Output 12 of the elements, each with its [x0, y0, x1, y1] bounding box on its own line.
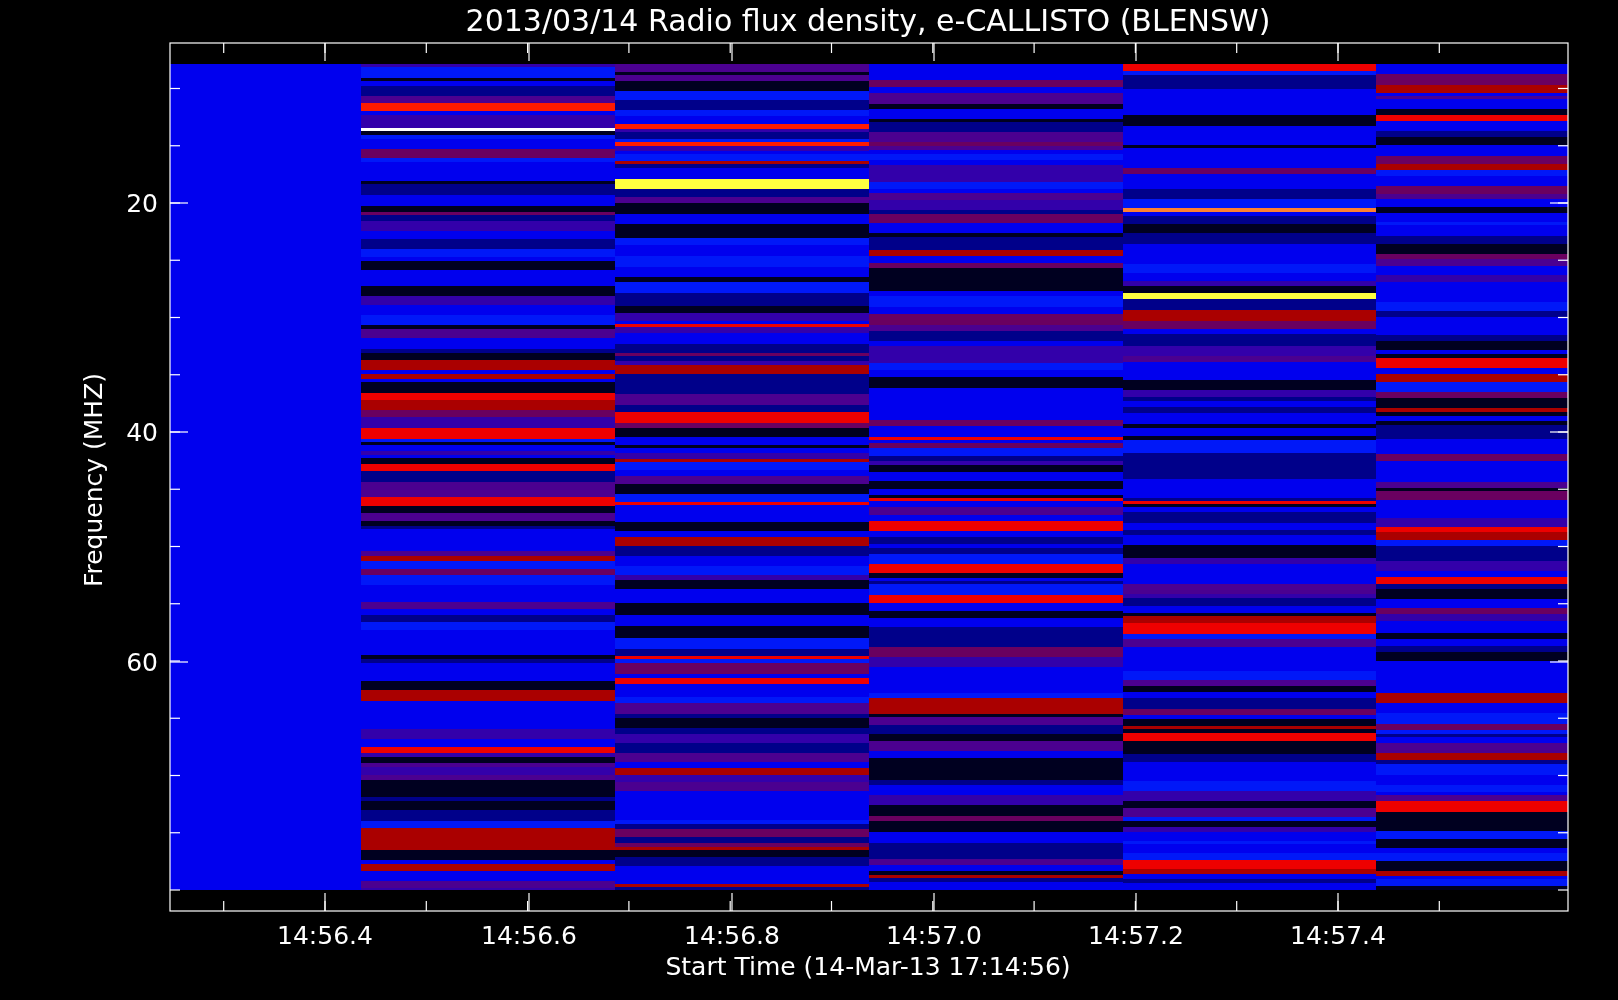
y-tick-label: 40: [126, 418, 158, 447]
x-tick-label: 14:56.8: [684, 921, 780, 950]
x-axis-label: Start Time (14-Mar-13 17:14:56): [665, 952, 1071, 981]
x-tick-label: 14:56.4: [277, 921, 373, 950]
y-tick-label: 20: [126, 189, 158, 218]
y-tick-label: 60: [126, 648, 158, 677]
x-tick-label: 14:57.4: [1290, 921, 1386, 950]
chart-title: 2013/03/14 Radio flux density, e-CALLISTO (BLENSW): [465, 3, 1271, 38]
x-tick-label: 14:57.2: [1088, 921, 1184, 950]
y-axis-label: Frequency (MHZ): [79, 372, 108, 588]
x-tick-label: 14:56.6: [481, 921, 577, 950]
x-tick-label: 14:57.0: [886, 921, 982, 950]
